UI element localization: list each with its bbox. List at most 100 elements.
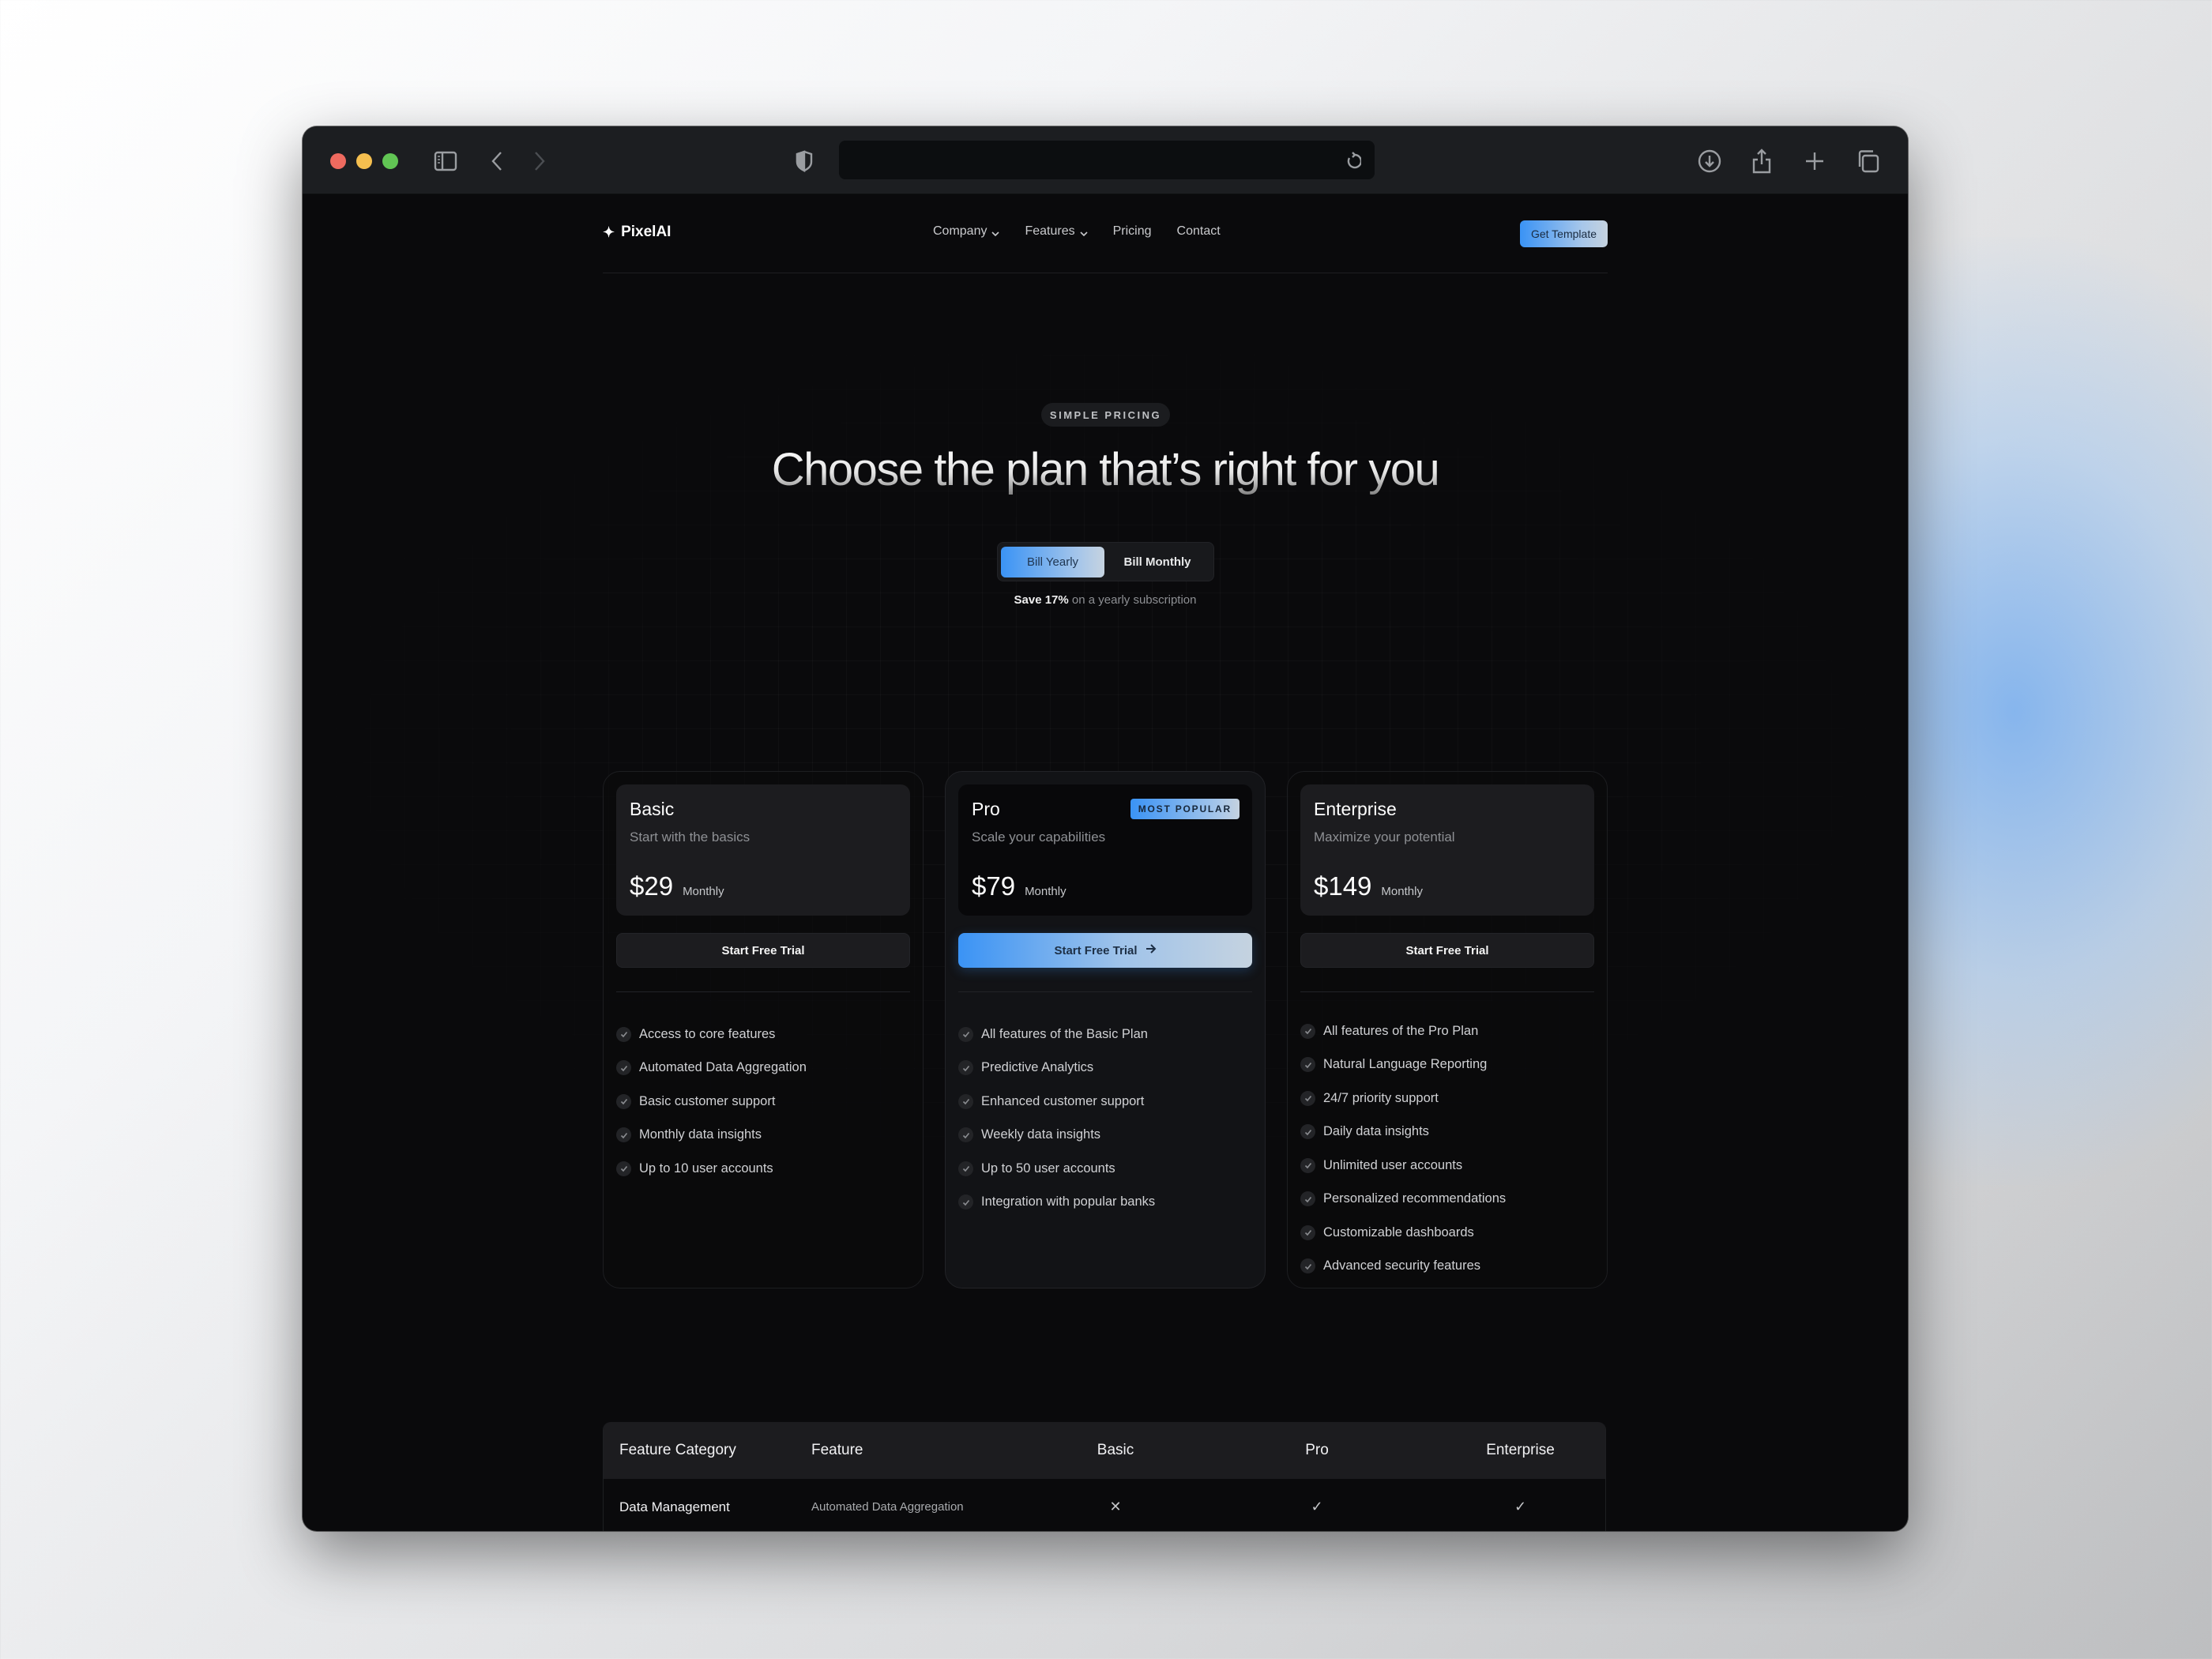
- plan-description: Maximize your potential: [1314, 830, 1455, 845]
- comparison-table: Feature Category Feature Basic Pro Enter…: [603, 1422, 1606, 1531]
- divider: [616, 991, 910, 992]
- forward-icon[interactable]: [532, 147, 547, 175]
- header-basic: Basic: [1033, 1422, 1198, 1479]
- plan-price: $29 Monthly: [630, 871, 724, 901]
- browser-window: ✦ PixelAI Company Features Pricing Conta…: [303, 126, 1908, 1531]
- check-icon: [1300, 1057, 1315, 1073]
- cell-enterprise: ✓: [1435, 1479, 1605, 1531]
- plan-header: Basic Start with the basics $29 Monthly: [616, 784, 910, 916]
- save-percent: Save 17%: [1014, 593, 1069, 607]
- plan-name: Enterprise: [1314, 799, 1397, 819]
- feature-label: Access to core features: [639, 1026, 776, 1041]
- check-icon: [616, 1060, 631, 1076]
- sidebar-icon[interactable]: [433, 147, 458, 175]
- plan-header: Enterprise Maximize your potential $149 …: [1300, 784, 1594, 916]
- check-icon: [616, 1026, 631, 1042]
- minimize-window-button[interactable]: [356, 153, 372, 169]
- bill-yearly-option[interactable]: Bill Yearly: [1001, 546, 1105, 577]
- plan-name: Basic: [630, 799, 675, 819]
- get-template-button[interactable]: Get Template: [1519, 220, 1608, 247]
- feature-item: Up to 10 user accounts: [616, 1152, 910, 1186]
- plan-card-basic: Basic Start with the basics $29 Monthly …: [603, 771, 924, 1288]
- feature-item: Automated Data Aggregation: [616, 1051, 910, 1085]
- share-icon[interactable]: [1750, 147, 1774, 175]
- table-header-row: Feature Category Feature Basic Pro Enter…: [604, 1422, 1605, 1479]
- check-icon: [1300, 1191, 1315, 1207]
- download-icon[interactable]: [1697, 147, 1722, 175]
- save-note-text: on a yearly subscription: [1068, 593, 1197, 607]
- feature-label: Up to 50 user accounts: [981, 1161, 1115, 1176]
- back-icon[interactable]: [489, 147, 505, 175]
- maximize-window-button[interactable]: [382, 153, 398, 169]
- feature-label: Up to 10 user accounts: [639, 1161, 773, 1176]
- feature-label: Advanced security features: [1323, 1258, 1481, 1273]
- price-period: Monthly: [1381, 885, 1423, 898]
- plan-card-enterprise: Enterprise Maximize your potential $149 …: [1287, 771, 1608, 1288]
- pricing-plans: Basic Start with the basics $29 Monthly …: [603, 771, 1608, 1288]
- header-feature-category: Feature Category: [604, 1422, 796, 1479]
- nav-link-pricing[interactable]: Pricing: [1113, 224, 1152, 239]
- tabs-overview-icon[interactable]: [1856, 147, 1881, 175]
- header-pro: Pro: [1198, 1422, 1435, 1479]
- feature-item: Up to 50 user accounts: [958, 1152, 1252, 1186]
- check-icon: [1300, 1023, 1315, 1039]
- button-label: Start Free Trial: [721, 943, 805, 957]
- check-icon: [958, 1127, 973, 1143]
- feature-label: Personalized recommendations: [1323, 1191, 1507, 1206]
- feature-item: Predictive Analytics: [958, 1051, 1252, 1085]
- shield-icon[interactable]: [795, 147, 814, 175]
- most-popular-badge: MOST POPULAR: [1130, 799, 1240, 819]
- feature-list: All features of the Pro Plan Natural Lang…: [1300, 1014, 1594, 1283]
- feature-label: Monthly data insights: [639, 1127, 762, 1142]
- site-navbar: ✦ PixelAI Company Features Pricing Conta…: [603, 194, 1608, 273]
- close-window-button[interactable]: [330, 153, 346, 169]
- feature-label: Daily data insights: [1323, 1124, 1429, 1139]
- check-icon: [958, 1060, 973, 1076]
- start-free-trial-button[interactable]: Start Free Trial: [958, 933, 1252, 968]
- save-note: Save 17% on a yearly subscription: [303, 593, 1908, 607]
- cell-category: Data Management: [604, 1479, 796, 1531]
- check-icon: [1300, 1124, 1315, 1140]
- price-amount: $149: [1314, 871, 1372, 901]
- feature-item: Weekly data insights: [958, 1119, 1252, 1153]
- nav-link-label: Pricing: [1112, 224, 1152, 238]
- check-icon: [958, 1194, 973, 1210]
- check-icon: [958, 1026, 973, 1042]
- reload-icon[interactable]: [1344, 147, 1363, 175]
- nav-link-contact[interactable]: Contact: [1177, 224, 1221, 239]
- pricing-badge: SIMPLE PRICING: [1041, 403, 1170, 427]
- nav-link-company[interactable]: Company: [933, 224, 1000, 239]
- start-free-trial-button[interactable]: Start Free Trial: [616, 933, 910, 968]
- feature-item: Access to core features: [616, 1018, 910, 1051]
- check-icon: [958, 1093, 973, 1109]
- web-page: ✦ PixelAI Company Features Pricing Conta…: [303, 194, 1908, 1531]
- new-tab-icon[interactable]: [1804, 147, 1826, 175]
- url-bar[interactable]: [839, 141, 1375, 179]
- feature-label: Customizable dashboards: [1323, 1224, 1474, 1240]
- start-free-trial-button[interactable]: Start Free Trial: [1300, 933, 1594, 968]
- feature-item: Monthly data insights: [616, 1119, 910, 1153]
- nav-links: Company Features Pricing Contact: [933, 224, 1246, 239]
- browser-toolbar: [303, 126, 1908, 194]
- price-amount: $29: [630, 871, 674, 901]
- billing-toggle: Bill Yearly Bill Monthly: [997, 542, 1214, 581]
- check-icon: [1300, 1224, 1315, 1240]
- feature-label: Integration with popular banks: [981, 1194, 1156, 1209]
- nav-link-features[interactable]: Features: [1025, 224, 1088, 239]
- feature-item: Integration with popular banks: [958, 1186, 1252, 1220]
- feature-label: Weekly data insights: [981, 1127, 1101, 1142]
- price-period: Monthly: [683, 885, 724, 898]
- feature-list: Access to core features Automated Data Ag…: [616, 1018, 910, 1186]
- logo[interactable]: ✦ PixelAI: [603, 224, 671, 241]
- cell-basic: ✕: [1033, 1479, 1198, 1531]
- plan-price: $79 Monthly: [972, 871, 1066, 901]
- feature-item: Unlimited user accounts: [1300, 1149, 1594, 1183]
- feature-label: Predictive Analytics: [981, 1060, 1094, 1075]
- feature-item: Customizable dashboards: [1300, 1216, 1594, 1250]
- plan-price: $149 Monthly: [1314, 871, 1423, 901]
- bill-monthly-option[interactable]: Bill Monthly: [1104, 547, 1210, 577]
- logo-text: PixelAI: [621, 224, 672, 240]
- nav-link-label: Features: [1025, 224, 1075, 238]
- feature-label: Unlimited user accounts: [1323, 1157, 1463, 1172]
- plan-card-pro: Pro MOST POPULAR Scale your capabilities…: [945, 771, 1266, 1288]
